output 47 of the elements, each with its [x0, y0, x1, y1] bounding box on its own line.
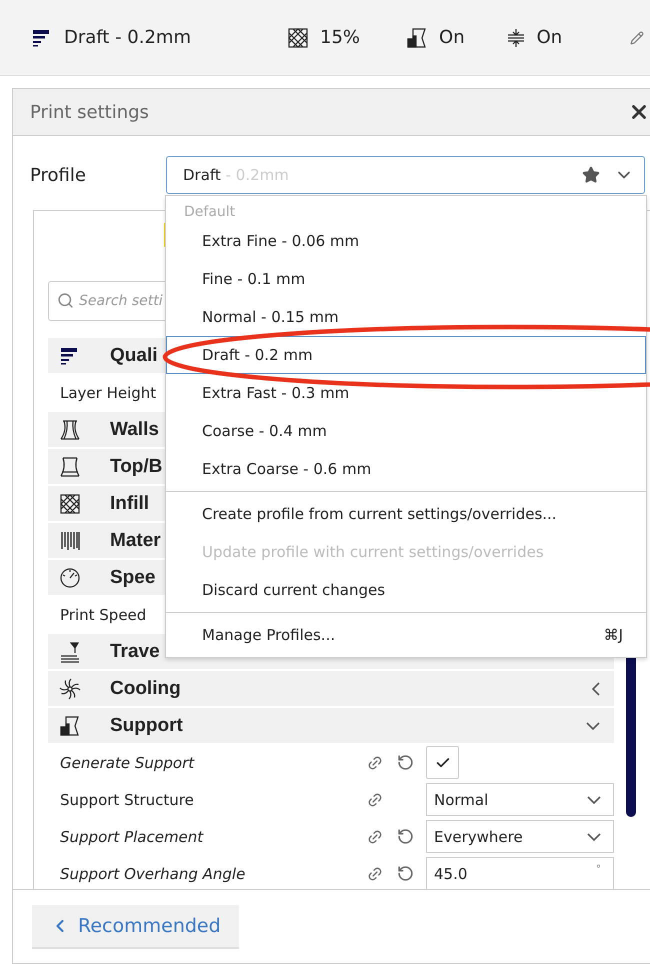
walls-icon	[58, 418, 82, 442]
profile-menu-item[interactable]: Normal - 0.15 mm	[166, 298, 646, 336]
profile-summary: Draft - 0.2mm	[64, 27, 192, 48]
chevron-down-icon	[587, 796, 601, 804]
reset-icon[interactable]	[396, 828, 414, 845]
reset-icon[interactable]	[396, 754, 414, 771]
infill-icon	[58, 492, 82, 516]
number-field[interactable]: 45.0 °	[426, 857, 614, 889]
setting-label: Print Speed	[60, 606, 146, 624]
adhesion-summary: On	[536, 27, 562, 48]
panel-title: Print settings	[30, 102, 149, 122]
recommended-button[interactable]: Recommended	[32, 904, 239, 948]
chevron-down-icon	[587, 832, 601, 840]
category-header[interactable]: Support	[48, 708, 614, 743]
manage-profiles-item[interactable]: Manage Profiles... ⌘J	[166, 616, 646, 654]
profile-menu-item[interactable]: Extra Fast - 0.3 mm	[166, 374, 646, 412]
search-icon	[57, 292, 74, 309]
setting-label: Support Structure	[60, 790, 194, 808]
setting-label: Layer Height	[60, 384, 156, 402]
edit-icon[interactable]	[630, 30, 644, 44]
star-icon	[582, 166, 600, 184]
nozzle-icon	[58, 640, 82, 664]
infill-icon	[286, 26, 310, 50]
menu-action[interactable]: Create profile from current settings/overrides...	[166, 495, 646, 533]
infill-summary: 15%	[320, 27, 360, 48]
setting-label: Support Placement	[60, 828, 204, 846]
profile-menu-item[interactable]: Extra Fine - 0.06 mm	[166, 222, 646, 260]
profile-menu-item[interactable]: Extra Coarse - 0.6 mm	[166, 450, 646, 488]
chevron-left-icon	[592, 682, 600, 696]
profile-label: Profile	[30, 164, 87, 186]
menu-group-label: Default	[183, 203, 236, 222]
profile-menu-item[interactable]: Draft - 0.2 mm	[166, 336, 646, 374]
setting-label: Support Overhang Angle	[60, 864, 246, 882]
select-dropdown[interactable]: Everywhere	[426, 820, 614, 853]
profile-menu-item[interactable]: Fine - 0.1 mm	[166, 260, 646, 298]
setting-label: Generate Support	[60, 754, 194, 772]
support-summary: On	[439, 27, 465, 48]
menu-action[interactable]: Discard current changes	[166, 571, 646, 609]
select-dropdown[interactable]: Normal	[426, 783, 614, 816]
chevron-down-icon	[586, 722, 600, 730]
gauge-icon	[58, 566, 82, 590]
top-bottom-icon	[58, 454, 82, 478]
fan-icon	[58, 676, 82, 700]
reset-icon[interactable]	[396, 865, 414, 882]
profile-menu-item[interactable]: Coarse - 0.4 mm	[166, 412, 646, 450]
category-header[interactable]: Cooling	[48, 671, 614, 706]
checkbox[interactable]	[426, 746, 459, 779]
